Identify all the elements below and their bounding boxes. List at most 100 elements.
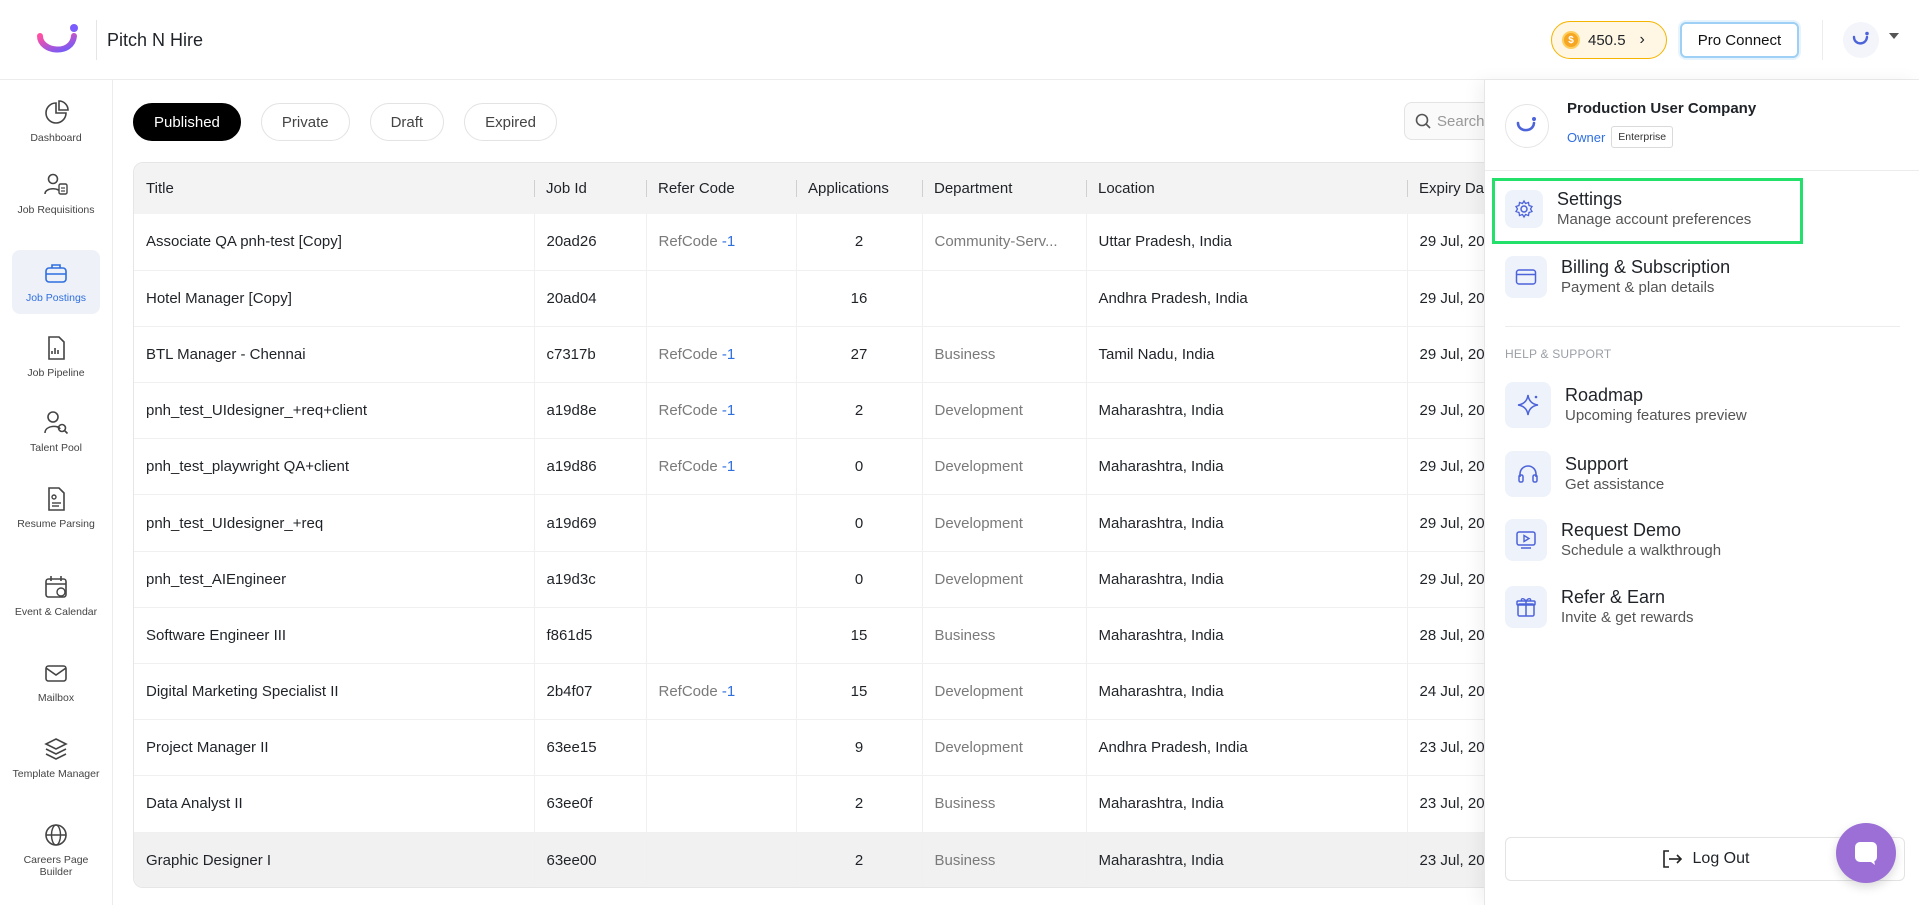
cell-title: pnh_test_UIdesigner_+req xyxy=(146,514,324,532)
refer-code-number[interactable]: -1 xyxy=(722,233,735,250)
credit-card-icon xyxy=(1505,256,1547,298)
menu-item-roadmap[interactable]: Roadmap Upcoming features preview xyxy=(1505,382,1747,428)
cell-title: pnh_test_playwright QA+client xyxy=(146,458,350,476)
column-header-department[interactable]: Department xyxy=(922,163,1086,214)
table-row[interactable]: Graphic Designer I 63ee00 2 Business Maharas… xyxy=(134,832,1512,887)
sidebar-label: Template Manager xyxy=(12,768,100,780)
table-row[interactable]: pnh_test_UIdesigner_+req a19d69 0 Developme… xyxy=(134,494,1512,552)
cell-department: Development xyxy=(921,438,1086,495)
cell-job-id: 20ad26 xyxy=(533,214,646,271)
pitch-n-hire-logo[interactable] xyxy=(36,22,82,60)
column-header-refer-code[interactable]: Refer Code xyxy=(646,163,796,214)
cell-applications: 16 xyxy=(795,270,922,327)
profile-avatar-button[interactable] xyxy=(1843,22,1879,58)
cell-department: Development xyxy=(921,382,1086,439)
column-header-location[interactable]: Location xyxy=(1086,163,1407,214)
refer-code-number[interactable]: -1 xyxy=(722,346,735,363)
sidebar-item-job-postings[interactable]: Job Postings xyxy=(12,250,100,314)
cell-department: Business xyxy=(921,832,1086,887)
tab-draft[interactable]: Draft xyxy=(369,103,445,141)
cell-location: Maharashtra, India xyxy=(1085,382,1407,439)
cell-location: Maharashtra, India xyxy=(1085,607,1407,664)
table-row[interactable]: pnh_test_playwright QA+client a19d86 RefCo… xyxy=(134,438,1512,495)
sidebar-item-job-pipeline[interactable]: Job Pipeline xyxy=(12,335,100,379)
sidebar-item-job-requisitions[interactable]: Job Requisitions xyxy=(12,172,100,216)
caret-down-icon[interactable] xyxy=(1889,33,1899,39)
layers-icon xyxy=(44,738,68,760)
section-heading: HELP & SUPPORT xyxy=(1505,347,1612,361)
status-tabs: Published Private Draft Expired xyxy=(133,103,557,141)
cell-refer-code: RefCode -1 xyxy=(645,382,796,439)
table-row[interactable]: Project Manager II 63ee15 9 Development Andh… xyxy=(134,719,1512,776)
menu-item-billing[interactable]: Billing & Subscription Payment & plan de… xyxy=(1505,256,1730,298)
menu-item-support[interactable]: Support Get assistance xyxy=(1505,451,1664,497)
refer-code-number[interactable]: -1 xyxy=(722,683,735,700)
menu-item-refer-earn[interactable]: Refer & Earn Invite & get rewards xyxy=(1505,586,1694,628)
chevron-right-icon: › xyxy=(1639,31,1645,48)
cell-location: Andhra Pradesh, India xyxy=(1085,270,1407,327)
sidebar-item-template-manager[interactable]: Template Manager xyxy=(12,736,100,780)
table-row[interactable]: Hotel Manager [Copy] 20ad04 16 Andhra Prade… xyxy=(134,270,1512,327)
menu-subtitle: Schedule a walkthrough xyxy=(1561,542,1722,559)
cell-title: Data Analyst II xyxy=(146,795,243,813)
cell-title: Software Engineer III xyxy=(146,626,287,644)
sidebar-item-mailbox[interactable]: Mailbox xyxy=(12,660,100,704)
chat-widget-button[interactable] xyxy=(1836,823,1896,883)
cell-job-id: a19d8e xyxy=(533,382,646,439)
sidebar-item-talent-pool[interactable]: Talent Pool xyxy=(12,410,100,454)
table-row[interactable]: Data Analyst II 63ee0f 2 Business Maharashtr… xyxy=(134,775,1512,833)
tab-published[interactable]: Published xyxy=(133,103,241,141)
pipeline-icon xyxy=(48,336,65,360)
table-row[interactable]: BTL Manager - Chennai c7317b RefCode -1 27 B… xyxy=(134,326,1512,383)
chat-icon xyxy=(1855,842,1877,865)
cell-department: Development xyxy=(921,551,1086,608)
menu-item-request-demo[interactable]: Request Demo Schedule a walkthrough xyxy=(1505,519,1721,561)
cell-job-id: f861d5 xyxy=(533,607,646,664)
search-icon xyxy=(1415,113,1431,129)
mail-icon xyxy=(45,665,67,682)
tab-expired[interactable]: Expired xyxy=(464,103,557,141)
refer-code-number[interactable]: -1 xyxy=(722,458,735,475)
refer-code-label: RefCode xyxy=(658,683,718,701)
cell-applications: 0 xyxy=(795,438,922,495)
briefcase-icon xyxy=(45,264,67,283)
logout-icon xyxy=(1662,850,1682,868)
cell-applications: 0 xyxy=(795,551,922,608)
sidebar-label: Job Postings xyxy=(25,292,87,304)
column-header-job-id[interactable]: Job Id xyxy=(534,163,646,214)
refer-code-label: RefCode xyxy=(658,233,718,251)
table-row[interactable]: Software Engineer III f861d5 15 Business Mah… xyxy=(134,607,1512,664)
table-row[interactable]: Associate QA pnh-test [Copy] 20ad26 RefCod… xyxy=(134,214,1512,271)
sidebar-item-resume-parsing[interactable]: Resume Parsing xyxy=(12,486,100,530)
sidebar-label: Event & Calendar xyxy=(14,606,98,618)
cell-job-id: a19d86 xyxy=(533,438,646,495)
column-header-applications[interactable]: Applications xyxy=(796,163,922,214)
cell-refer-code xyxy=(645,719,796,776)
sidebar-item-dashboard[interactable]: Dashboard xyxy=(12,100,100,144)
coin-balance-button[interactable]: $ 450.5 › xyxy=(1551,21,1667,59)
menu-title: Support xyxy=(1565,454,1629,474)
sidebar-item-careers-page-builder[interactable]: Careers Page Builder xyxy=(12,822,100,878)
sidebar-item-event-calendar[interactable]: Event & Calendar xyxy=(12,574,100,618)
cell-job-id: a19d3c xyxy=(533,551,646,608)
cell-job-id: 63ee0f xyxy=(533,775,646,833)
table-row[interactable]: pnh_test_UIdesigner_+req+client a19d8e Ref… xyxy=(134,382,1512,439)
pro-connect-button[interactable]: Pro Connect xyxy=(1680,22,1799,58)
cell-location: Andhra Pradesh, India xyxy=(1085,719,1407,776)
column-header-title[interactable]: Title xyxy=(134,163,534,214)
logout-label: Log Out xyxy=(1692,850,1750,867)
menu-subtitle: Get assistance xyxy=(1565,476,1665,493)
cell-title: Associate QA pnh-test [Copy] xyxy=(146,233,342,251)
tab-private[interactable]: Private xyxy=(260,103,350,141)
cell-refer-code xyxy=(645,832,796,887)
profile-dropdown: Production User Company Owner Enterprise… xyxy=(1484,80,1919,905)
sidebar-label: Talent Pool xyxy=(30,442,82,454)
refer-code-number[interactable]: -1 xyxy=(722,402,735,419)
menu-title: Request Demo xyxy=(1561,520,1682,540)
refer-code-label: RefCode xyxy=(658,345,718,363)
cell-job-id: 63ee15 xyxy=(533,719,646,776)
table-row[interactable]: pnh_test_AIEngineer a19d3c 0 Development Mah… xyxy=(134,551,1512,608)
table-row[interactable]: Digital Marketing Specialist II 2b4f07 Ref… xyxy=(134,663,1512,720)
headset-icon xyxy=(1505,451,1551,497)
cell-department: Business xyxy=(921,607,1086,664)
